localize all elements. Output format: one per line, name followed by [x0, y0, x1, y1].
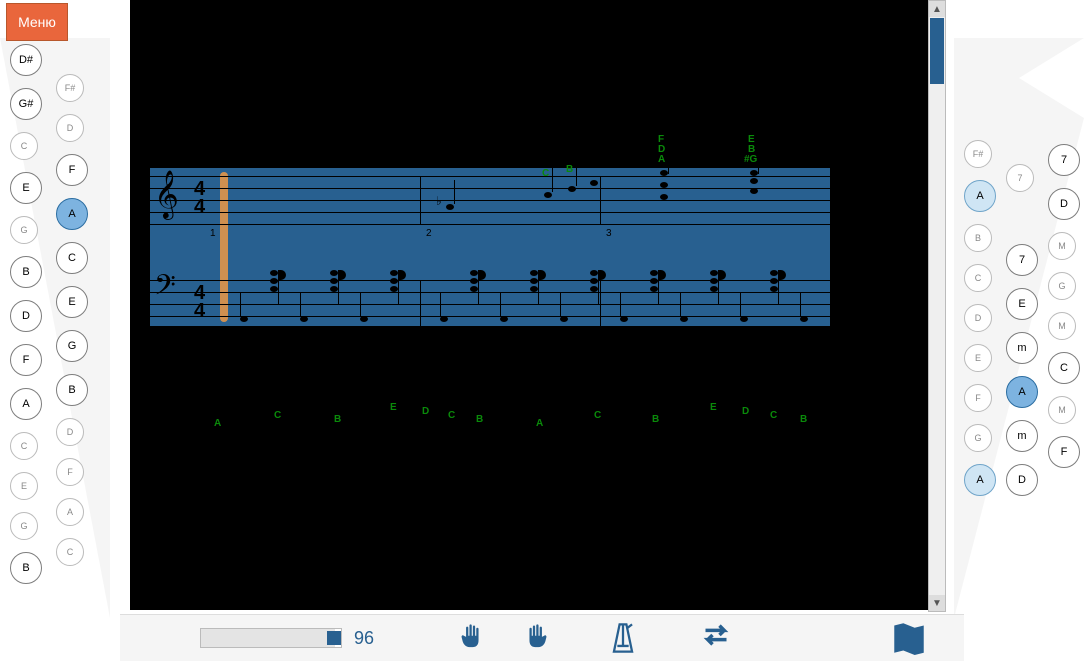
rkey-A-active[interactable]: A [1006, 376, 1038, 408]
guide-label: C [274, 410, 281, 421]
left-col-b: F# D F A C E G B D F A C [52, 68, 92, 572]
right-col-a: F# A B C D E F G A [960, 134, 1000, 502]
tempo-slider[interactable] [200, 628, 342, 648]
right-button-panel: F# A B C D E F G A 7 7 E m A m D 7 D M G… [954, 38, 1084, 618]
guide-label: C [448, 410, 455, 421]
right-hand-icon[interactable] [518, 621, 550, 655]
guide-label: B [476, 414, 483, 425]
rkey-B[interactable]: B [964, 224, 992, 252]
rkey-Dc[interactable]: D [1048, 188, 1080, 220]
key-D-b[interactable]: D [56, 114, 84, 142]
rkey-7a[interactable]: 7 [1006, 164, 1034, 192]
rkey-C[interactable]: C [964, 264, 992, 292]
bottom-toolbar: 96 [120, 614, 964, 661]
key-A[interactable]: A [10, 388, 42, 420]
map-icon[interactable] [892, 621, 924, 655]
key-G-b[interactable]: G [56, 330, 88, 362]
left-col-a: D# G# C E G B D F A C E G B [6, 38, 46, 590]
guide-label: E [390, 402, 397, 413]
key-D-b2[interactable]: D [56, 418, 84, 446]
treble-clef-icon: 𝄞 [154, 170, 179, 219]
rkey-M3[interactable]: M [1048, 396, 1076, 424]
key-D[interactable]: D [10, 300, 42, 332]
note-label: B [566, 164, 573, 175]
guide-label: B [652, 414, 659, 425]
key-B[interactable]: B [10, 256, 42, 288]
right-col-b: 7 7 E m A m D [1002, 158, 1042, 502]
measure-1: 1 [210, 228, 216, 239]
key-A-active[interactable]: A [56, 198, 88, 230]
note-label: #G [744, 154, 757, 165]
right-col-c: 7 D M G M C M F [1044, 138, 1084, 474]
key-A-b2[interactable]: A [56, 498, 84, 526]
menu-button[interactable]: Меню [6, 3, 68, 41]
rkey-D[interactable]: D [964, 304, 992, 332]
key-B-b[interactable]: B [56, 374, 88, 406]
tempo-value: 96 [354, 628, 374, 649]
rkey-A[interactable]: A [964, 180, 996, 212]
rkey-7b[interactable]: 7 [1006, 244, 1038, 276]
rkey-G[interactable]: G [964, 424, 992, 452]
rkey-F[interactable]: F [964, 384, 992, 412]
guide-row: A C B E D C B A C B E D C B [150, 410, 830, 430]
measure-2: 2 [426, 228, 432, 239]
guide-label: D [422, 406, 429, 417]
rkey-Db[interactable]: D [1006, 464, 1038, 496]
rkey-Eb[interactable]: E [1006, 288, 1038, 320]
key-Dsharp[interactable]: D# [10, 44, 42, 76]
metronome-icon[interactable] [608, 621, 640, 655]
rkey-M1[interactable]: M [1048, 232, 1076, 260]
guide-label: C [594, 410, 601, 421]
left-hand-icon[interactable] [458, 621, 490, 655]
key-F-b2[interactable]: F [56, 458, 84, 486]
key-Fsharp[interactable]: F# [56, 74, 84, 102]
key-E[interactable]: E [10, 172, 42, 204]
key-C[interactable]: C [10, 132, 38, 160]
guide-label: E [710, 402, 717, 413]
bass-clef-icon: 𝄢 [154, 270, 176, 309]
note-label: A [658, 154, 665, 165]
key-E-b[interactable]: E [56, 286, 88, 318]
guide-label: B [334, 414, 341, 425]
rkey-Fc[interactable]: F [1048, 436, 1080, 468]
loop-icon[interactable] [698, 621, 730, 655]
key-B2[interactable]: B [10, 552, 42, 584]
measure-3: 3 [606, 228, 612, 239]
rkey-m1[interactable]: m [1006, 332, 1038, 364]
key-G2[interactable]: G [10, 512, 38, 540]
guide-label: C [770, 410, 777, 421]
scroll-thumb[interactable] [930, 18, 944, 84]
rkey-7c[interactable]: 7 [1048, 144, 1080, 176]
rkey-m2[interactable]: m [1006, 420, 1038, 452]
key-E2[interactable]: E [10, 472, 38, 500]
bass-staff: 𝄢 44 [150, 280, 830, 328]
guide-label: B [800, 414, 807, 425]
rkey-E[interactable]: E [964, 344, 992, 372]
score-area[interactable]: 𝄞 44 1 2 3 ♭ C B F D A E B #G 𝄢 44 A [130, 0, 930, 610]
guide-label: D [742, 406, 749, 417]
rkey-Cc[interactable]: C [1048, 352, 1080, 384]
scroll-up-icon[interactable]: ▲ [929, 1, 945, 17]
time-sig-treble: 44 [194, 180, 205, 216]
score-scrollbar[interactable]: ▲ ▼ [928, 0, 946, 612]
guide-label: A [214, 418, 221, 429]
guide-label: A [536, 418, 543, 429]
rkey-Fsharp[interactable]: F# [964, 140, 992, 168]
key-F[interactable]: F [10, 344, 42, 376]
scroll-down-icon[interactable]: ▼ [929, 595, 945, 611]
treble-staff: 𝄞 44 1 2 3 ♭ C B F D A E B #G [150, 176, 830, 224]
rkey-Gc[interactable]: G [1048, 272, 1076, 300]
key-G[interactable]: G [10, 216, 38, 244]
key-C-b[interactable]: C [56, 242, 88, 274]
rkey-A2[interactable]: A [964, 464, 996, 496]
key-F-b[interactable]: F [56, 154, 88, 186]
left-button-panel: D# G# C E G B D F A C E G B F# D F A C E… [0, 38, 110, 618]
key-C2[interactable]: C [10, 432, 38, 460]
key-Gsharp[interactable]: G# [10, 88, 42, 120]
key-C-b2[interactable]: C [56, 538, 84, 566]
rkey-M2[interactable]: M [1048, 312, 1076, 340]
time-sig-bass: 44 [194, 284, 205, 320]
note-label: C [542, 168, 549, 179]
